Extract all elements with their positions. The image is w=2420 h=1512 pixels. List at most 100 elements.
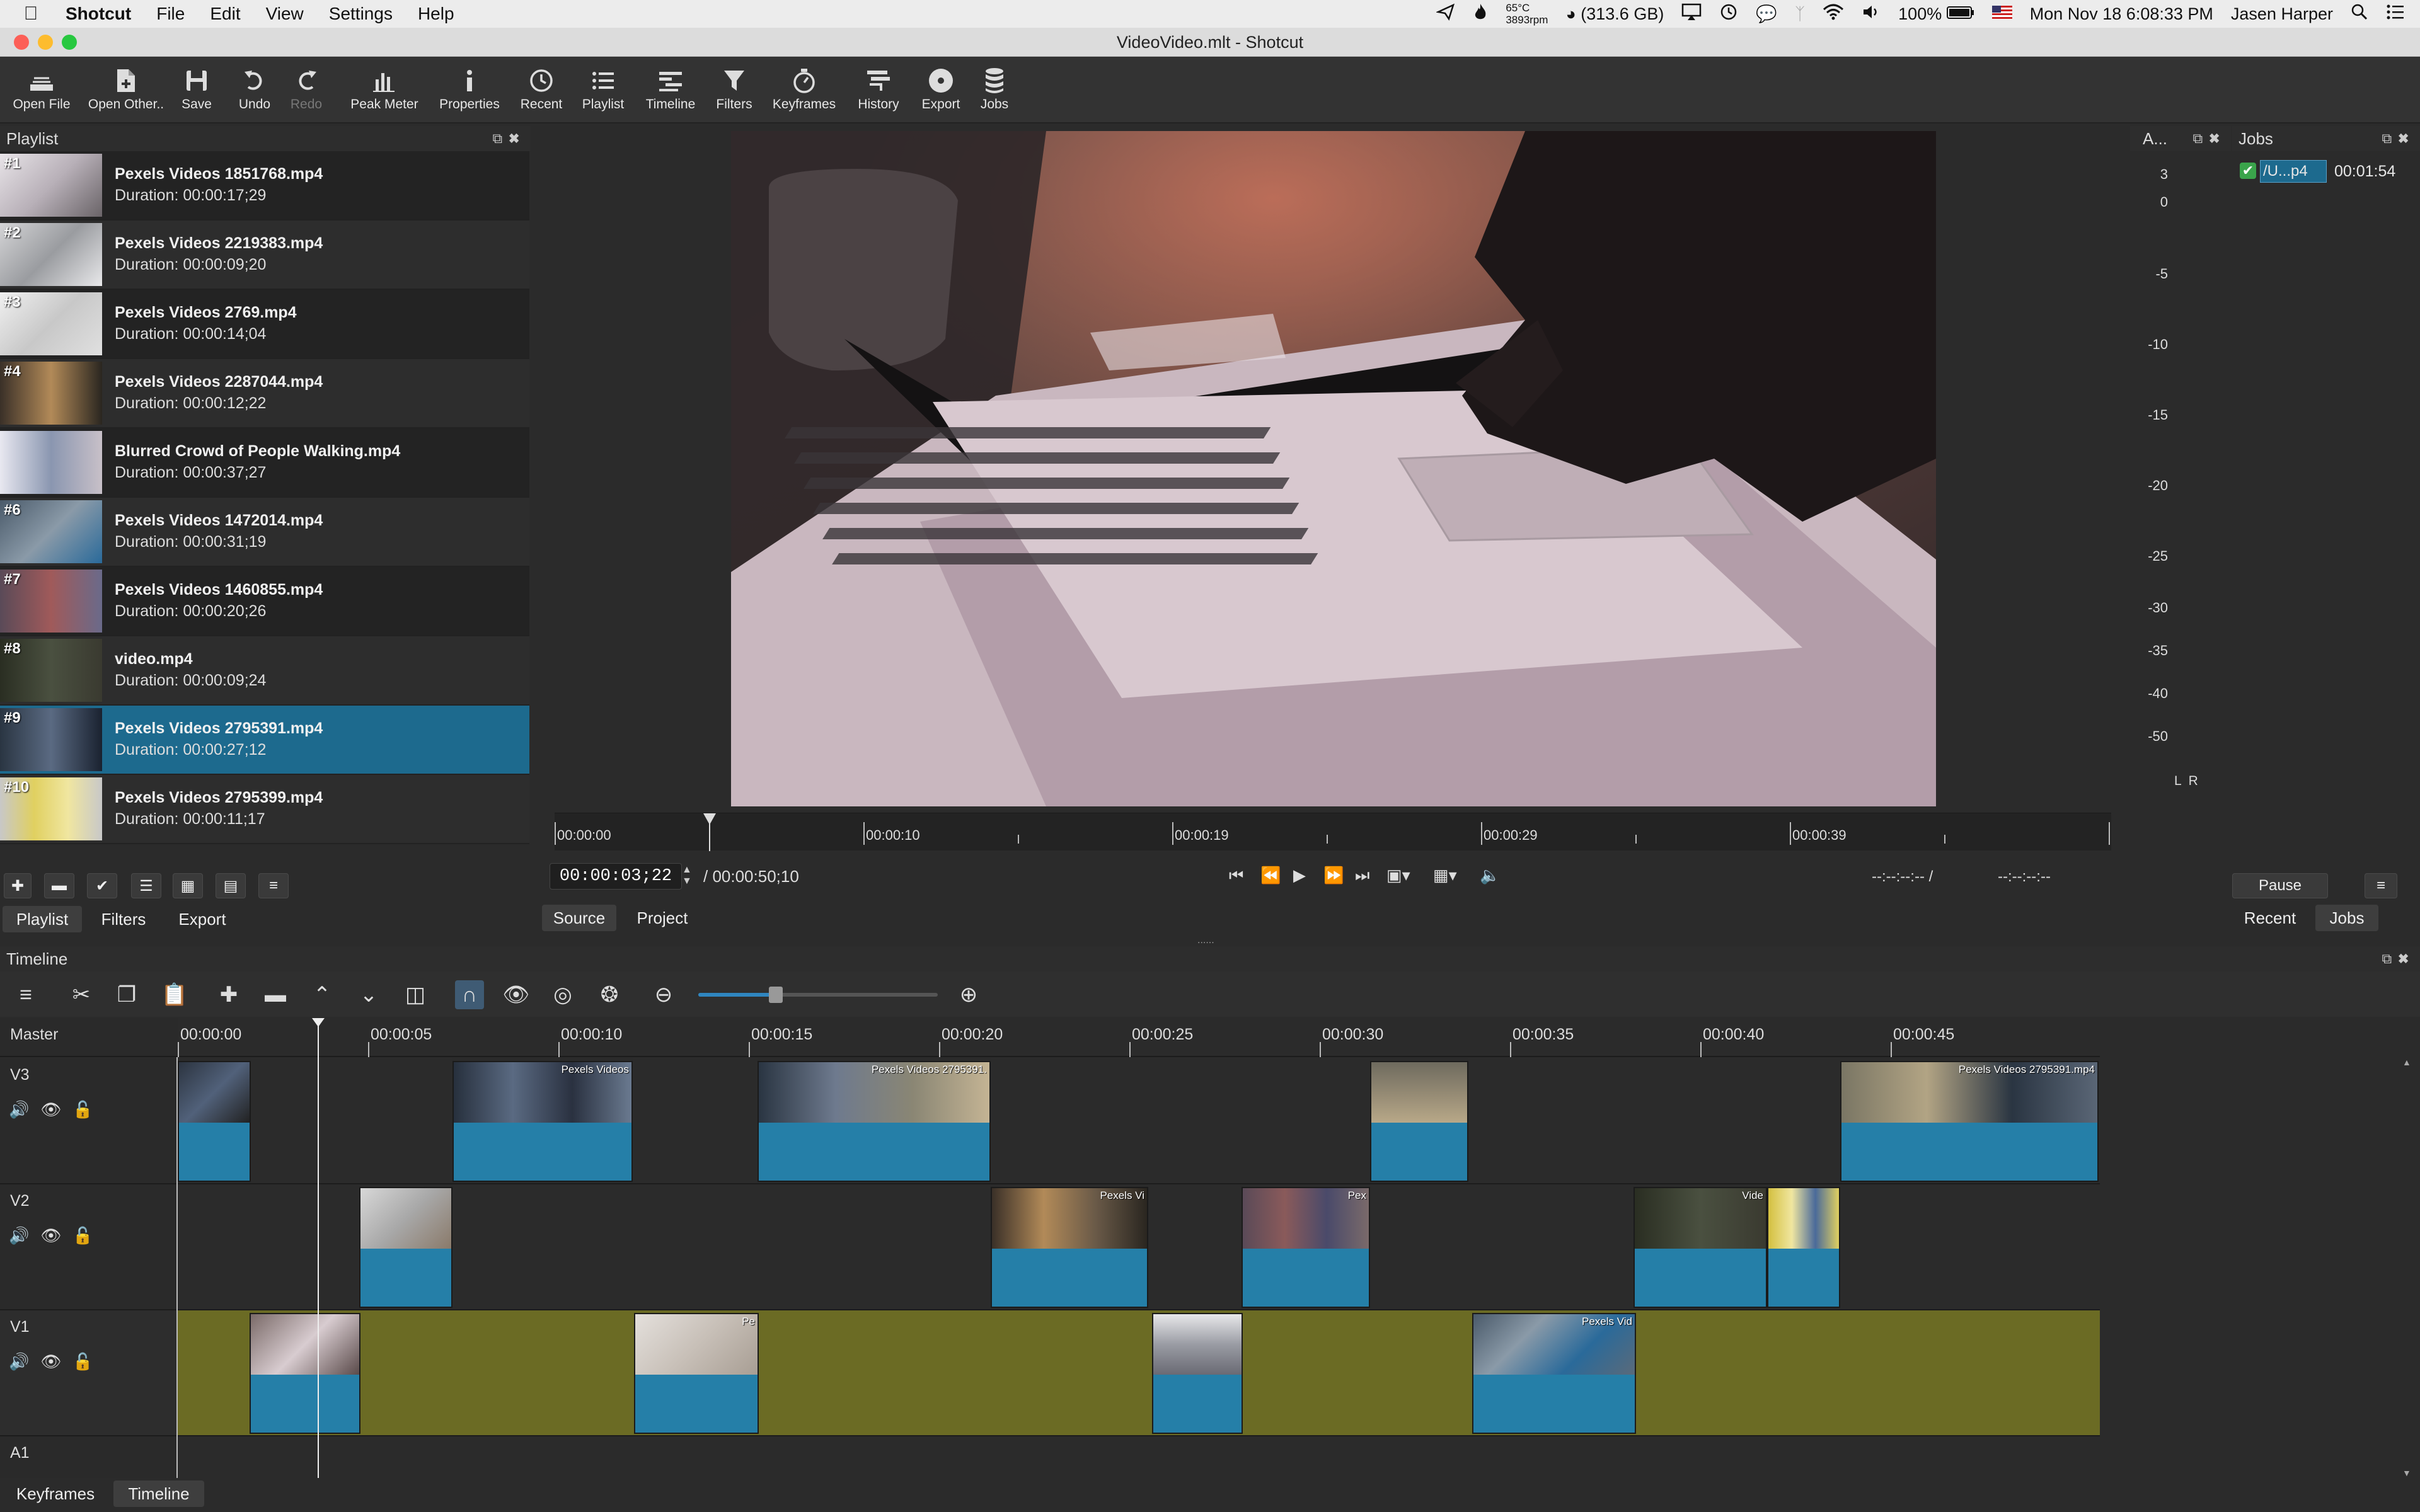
clip-v2-e[interactable]: [1767, 1187, 1840, 1308]
close-dock-icon[interactable]: ✖: [2398, 951, 2415, 966]
keyframes-button[interactable]: Keyframes: [768, 64, 841, 112]
float-dock-icon[interactable]: ⧉: [2382, 951, 2399, 966]
split-button[interactable]: ◫: [401, 980, 430, 1009]
hide-eye-icon[interactable]: 👁: [40, 1226, 72, 1245]
menu-settings[interactable]: Settings: [329, 4, 393, 24]
clip-v3-f[interactable]: Pexels Videos 2795391.mp4: [1840, 1061, 2099, 1182]
tab-keyframes[interactable]: Keyframes: [4, 1480, 107, 1507]
menu-clock[interactable]: Mon Nov 18 6:08:33 PM: [2030, 4, 2213, 24]
master-track-header[interactable]: Master: [0, 1018, 178, 1057]
tiles-view-button[interactable]: ▦: [173, 873, 203, 898]
lock-icon[interactable]: 🔓: [72, 1352, 104, 1371]
lift-button[interactable]: ⌃: [308, 980, 337, 1009]
apple-menu-icon[interactable]: : [14, 3, 48, 25]
menu-edit[interactable]: Edit: [210, 4, 240, 24]
playlist-item[interactable]: #9 Pexels Videos 2795391.mp4 Duration: 00:…: [0, 706, 529, 775]
timeline-button[interactable]: Timeline: [640, 64, 701, 112]
ripple-toggle-button[interactable]: ◎: [548, 980, 577, 1009]
open-other-button[interactable]: Open Other..: [84, 64, 168, 112]
rewind-button[interactable]: ⏪: [1260, 866, 1281, 885]
playlist-item[interactable]: #4 Pexels Videos 2287044.mp4 Duration: 00:…: [0, 359, 529, 428]
viewer-scrubber[interactable]: 00:00:00 00:00:10 00:00:19 00:00:29 00:00:39: [555, 813, 2111, 851]
clip-v2-b[interactable]: Pexels Vi: [991, 1187, 1148, 1308]
us-flag-icon[interactable]: [1991, 4, 2012, 24]
video-preview[interactable]: [731, 131, 1936, 806]
peak-meter-button[interactable]: Peak Meter: [345, 64, 424, 112]
zoom-viewer-button[interactable]: ▣▾: [1386, 866, 1410, 885]
playlist-button[interactable]: Playlist: [575, 64, 631, 112]
menu-help[interactable]: Help: [418, 4, 454, 24]
icons-view-button[interactable]: ▤: [216, 873, 246, 898]
messages-icon[interactable]: 💬: [1756, 4, 1777, 24]
tab-jobs[interactable]: Jobs: [2315, 905, 2378, 931]
playlist-item[interactable]: #3 Pexels Videos 2769.mp4 Duration: 00:00:…: [0, 290, 529, 359]
tab-source[interactable]: Source: [542, 905, 616, 931]
send-icon[interactable]: [1436, 3, 1455, 26]
track-header-v1[interactable]: V1 🔊👁🔓: [0, 1310, 178, 1436]
playlist-item[interactable]: #6 Pexels Videos 1472014.mp4 Duration: 00:…: [0, 498, 529, 567]
playlist-item[interactable]: #2 Pexels Videos 2219383.mp4 Duration: 00:…: [0, 220, 529, 290]
clip-v1-d[interactable]: Pexels Vid: [1472, 1313, 1636, 1434]
overwrite-button[interactable]: ⌄: [354, 980, 383, 1009]
close-window-button[interactable]: [14, 35, 29, 50]
volume-icon[interactable]: [1862, 3, 1881, 25]
tab-timeline[interactable]: Timeline: [113, 1480, 204, 1507]
clip-v3-b[interactable]: Pexels Videos: [452, 1061, 633, 1182]
add-clip-button[interactable]: ✚: [4, 873, 32, 898]
zoom-window-button[interactable]: [62, 35, 77, 50]
playlist-item[interactable]: #7 Pexels Videos 1460855.mp4 Duration: 00:…: [0, 567, 529, 636]
timecode-spinner[interactable]: ▲ ▼: [682, 864, 692, 887]
tab-filters[interactable]: Filters: [88, 906, 159, 932]
hide-eye-icon[interactable]: 👁: [40, 1100, 72, 1119]
ripple-delete-button[interactable]: ▬: [261, 980, 290, 1009]
mute-icon[interactable]: 🔊: [9, 1352, 40, 1371]
zoom-out-button[interactable]: ⊖: [649, 980, 678, 1009]
tab-project[interactable]: Project: [624, 905, 701, 931]
float-dock-icon[interactable]: ⧉: [493, 130, 509, 146]
timeline-menu-button[interactable]: ≡: [11, 980, 40, 1009]
menu-file[interactable]: File: [156, 4, 185, 24]
paste-button[interactable]: 📋: [160, 980, 189, 1009]
clip-v2-a[interactable]: [359, 1187, 452, 1308]
timeline-vertical-scrollbar[interactable]: ▲ ▼: [2402, 1057, 2412, 1480]
scroll-down-arrow-icon[interactable]: ▼: [2402, 1468, 2411, 1478]
snap-toggle-button[interactable]: ∩: [455, 980, 484, 1009]
job-row[interactable]: ✔ /U...p4 00:01:54: [2237, 159, 2417, 184]
redo-button[interactable]: Redo: [284, 64, 329, 112]
lock-icon[interactable]: 🔓: [72, 1226, 104, 1245]
menu-view[interactable]: View: [266, 4, 304, 24]
zoom-slider-handle[interactable]: [769, 987, 783, 1003]
cut-button[interactable]: ✂: [67, 980, 96, 1009]
playlist-item[interactable]: #10 Pexels Videos 2795399.mp4 Duration: 00…: [0, 775, 529, 844]
close-dock-icon[interactable]: ✖: [2398, 130, 2415, 146]
clip-v3-d[interactable]: [1370, 1061, 1468, 1182]
skip-next-button[interactable]: ⏭: [1355, 866, 1369, 886]
clip-v3-c[interactable]: Pexels Videos 2795391.: [758, 1061, 991, 1182]
hide-eye-icon[interactable]: 👁: [40, 1352, 72, 1371]
scrub-toggle-button[interactable]: 👁: [502, 980, 531, 1009]
play-button[interactable]: ▶: [1293, 866, 1306, 885]
clip-v2-d[interactable]: Vide: [1634, 1187, 1767, 1308]
history-button[interactable]: History: [848, 64, 909, 112]
spotlight-search-icon[interactable]: [2351, 3, 2368, 25]
zoom-slider[interactable]: [698, 987, 938, 1003]
clip-v2-c[interactable]: Pex: [1242, 1187, 1370, 1308]
scroll-up-arrow-icon[interactable]: ▲: [2402, 1057, 2411, 1067]
playlist-menu-button[interactable]: ≡: [258, 873, 289, 898]
open-file-button[interactable]: Open File: [9, 64, 74, 112]
time-machine-icon[interactable]: [1719, 3, 1738, 26]
copy-button[interactable]: ❐: [112, 980, 141, 1009]
tab-recent[interactable]: Recent: [2232, 905, 2308, 931]
append-button[interactable]: ✚: [214, 980, 243, 1009]
playlist-item[interactable]: Blurred Crowd of People Walking.mp4 Durat…: [0, 428, 529, 498]
remove-clip-button[interactable]: ▬: [44, 873, 74, 898]
minimize-window-button[interactable]: [38, 35, 53, 50]
details-view-button[interactable]: ☰: [131, 873, 161, 898]
timeline-playhead-marker[interactable]: [312, 1018, 325, 1027]
properties-button[interactable]: Properties: [435, 64, 504, 112]
zoom-in-button[interactable]: ⊕: [954, 980, 983, 1009]
undo-button[interactable]: Undo: [232, 64, 277, 112]
recent-button[interactable]: Recent: [514, 64, 568, 112]
battery-status[interactable]: 100%: [1898, 4, 1974, 24]
save-button[interactable]: Save: [174, 64, 219, 112]
